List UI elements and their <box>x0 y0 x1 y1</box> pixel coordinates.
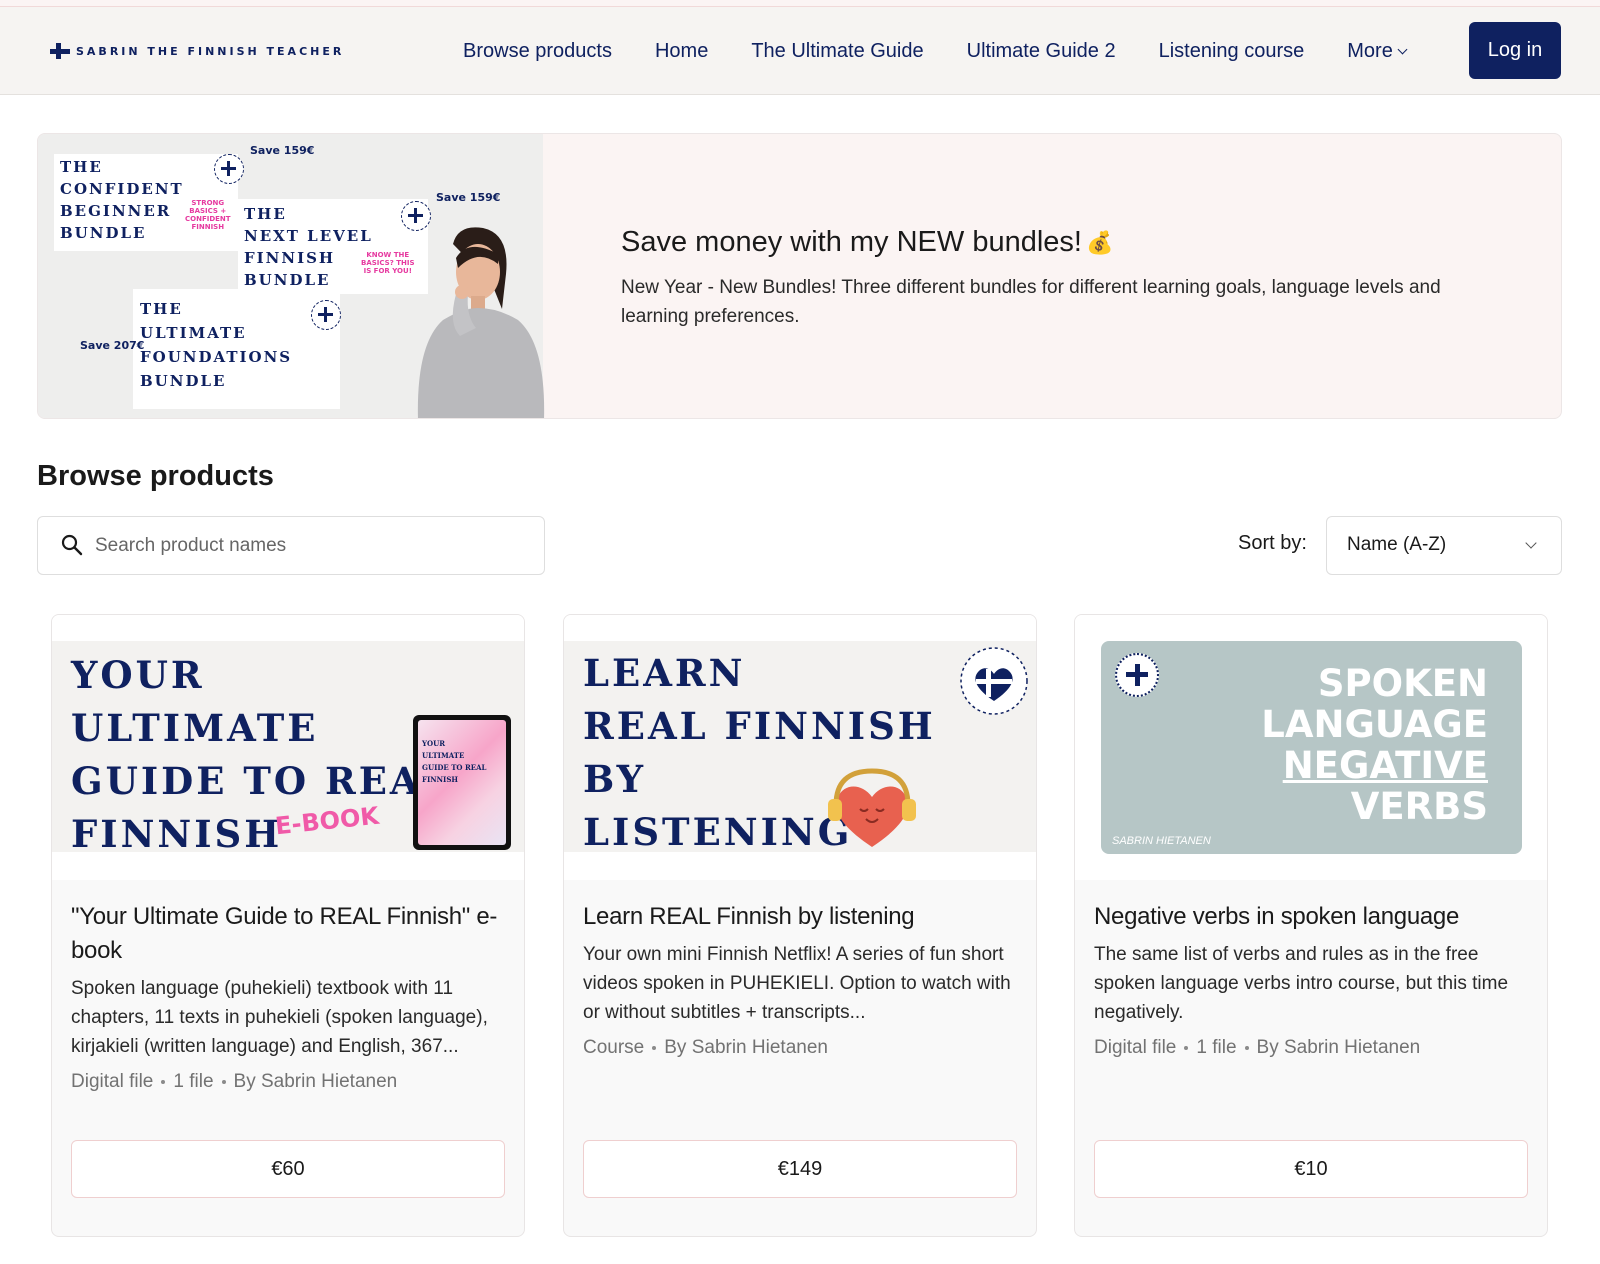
nav-more-dropdown[interactable]: More <box>1347 39 1408 63</box>
banner-text: Save money with my NEW bundles! 💰 New Ye… <box>621 226 1501 331</box>
nav-ultimate-guide-2[interactable]: Ultimate Guide 2 <box>967 40 1116 63</box>
main-nav: Browse products Home The Ultimate Guide … <box>463 7 1408 95</box>
nav-listening-course[interactable]: Listening course <box>1159 40 1305 63</box>
chevron-down-icon <box>1525 537 1537 549</box>
bundle-title: THE CONFIDENT BEGINNER BUNDLE <box>60 158 184 242</box>
search-icon <box>61 534 83 556</box>
product-info: "Your Ultimate Guide to REAL Finnish" e-… <box>71 900 507 1093</box>
thumbnail-line: VERBS <box>1350 785 1488 828</box>
finnish-teacher-seal-icon <box>1115 653 1159 697</box>
login-button[interactable]: Log in <box>1469 22 1561 79</box>
search-input[interactable] <box>95 517 525 574</box>
thumbnail-author: SABRIN HIETANEN <box>1112 835 1211 847</box>
top-accent-line <box>0 0 1600 7</box>
bundle-card-ultimate-foundations: THE ULTIMATE FOUNDATIONS BUNDLE <box>133 289 340 409</box>
product-info: Learn REAL Finnish by listening Your own… <box>583 900 1019 1059</box>
separator-dot <box>161 1080 166 1084</box>
bundle-title: THE ULTIMATE FOUNDATIONS BUNDLE <box>140 300 293 390</box>
product-meta: Course By Sabrin Hietanen <box>583 1037 1019 1059</box>
product-author: By Sabrin Hietanen <box>1256 1037 1421 1058</box>
thumbnail-negative-verbs: SPOKEN LANGUAGE NEGATIVE VERBS SABRIN HI… <box>1101 641 1522 854</box>
money-bag-icon: 💰 <box>1085 229 1114 255</box>
price-button[interactable]: €10 <box>1094 1140 1528 1198</box>
bundle-save-label: Save 207€ <box>80 339 145 352</box>
thumbnail-line: SPOKEN <box>1317 662 1488 705</box>
banner-heading: Save money with my NEW bundles! 💰 <box>621 226 1501 259</box>
site-header: SABRIN THE FINNISH TEACHER Browse produc… <box>0 7 1600 95</box>
product-file-count: 1 file <box>1196 1037 1237 1058</box>
separator-dot <box>1184 1046 1189 1050</box>
chevron-down-icon <box>1397 44 1408 55</box>
thumbnail-title-text: SPOKEN LANGUAGE NEGATIVE VERBS <box>1261 663 1488 827</box>
thumbnail-title-text: YOUR ULTIMATE GUIDE TO REAL FINNISH <box>71 653 451 856</box>
bundle-save-label: Save 159€ <box>250 144 315 157</box>
logo-text: SABRIN THE FINNISH TEACHER <box>76 44 345 58</box>
nav-more-label: More <box>1347 39 1393 62</box>
tablet-mockup: YOUR ULTIMATE GUIDE TO REAL FINNISH <box>413 715 511 850</box>
product-thumbnail[interactable]: YOUR ULTIMATE GUIDE TO REAL FINNISH E-BO… <box>52 615 524 880</box>
separator-dot <box>221 1080 226 1084</box>
price-button[interactable]: €60 <box>71 1140 505 1198</box>
nav-the-ultimate-guide[interactable]: The Ultimate Guide <box>751 40 923 63</box>
bundle-card-confident-beginner: THE CONFIDENT BEGINNER BUNDLE STRONG BAS… <box>54 154 238 251</box>
product-card[interactable]: YOUR ULTIMATE GUIDE TO REAL FINNISH E-BO… <box>51 614 525 1237</box>
site-logo[interactable]: SABRIN THE FINNISH TEACHER <box>50 43 344 59</box>
teacher-photo <box>417 227 545 418</box>
product-file-count: 1 file <box>173 1071 214 1092</box>
product-author: By Sabrin Hietanen <box>664 1037 828 1058</box>
thumbnail-line: LANGUAGE <box>1261 703 1488 746</box>
sort-label: Sort by: <box>1238 532 1307 554</box>
product-type: Digital file <box>71 1071 154 1092</box>
product-thumbnail[interactable]: LEARN REAL FINNISH BY LISTENING <box>564 615 1036 880</box>
banner-heading-text: Save money with my NEW bundles! <box>621 226 1082 258</box>
product-thumbnail[interactable]: SPOKEN LANGUAGE NEGATIVE VERBS SABRIN HI… <box>1075 615 1547 880</box>
finnish-teacher-seal-icon <box>311 300 341 330</box>
product-title[interactable]: Learn REAL Finnish by listening <box>583 900 1019 934</box>
bundle-tag: STRONG BASICS + CONFIDENT FINNISH <box>185 199 231 231</box>
product-description: Spoken language (puhekieli) textbook wit… <box>71 978 488 1057</box>
product-meta: Digital file 1 file By Sabrin Hietanen <box>1094 1037 1530 1059</box>
product-card[interactable]: SPOKEN LANGUAGE NEGATIVE VERBS SABRIN HI… <box>1074 614 1548 1237</box>
thumbnail-line: NEGATIVE <box>1282 744 1488 787</box>
promo-banner[interactable]: THE CONFIDENT BEGINNER BUNDLE STRONG BAS… <box>37 133 1562 419</box>
sort-select[interactable]: Name (A-Z) <box>1326 516 1562 575</box>
separator-dot <box>1244 1046 1249 1050</box>
bundle-save-label: Save 159€ <box>436 191 501 204</box>
nav-home[interactable]: Home <box>655 40 708 63</box>
price-button[interactable]: €149 <box>583 1140 1017 1198</box>
product-title[interactable]: "Your Ultimate Guide to REAL Finnish" e-… <box>71 900 507 968</box>
finnish-teacher-seal-icon <box>214 154 244 184</box>
search-box[interactable] <box>37 516 545 575</box>
product-description: Your own mini Finnish Netflix! A series … <box>583 944 1011 1023</box>
sort-selected-value: Name (A-Z) <box>1347 534 1447 555</box>
product-meta: Digital file 1 file By Sabrin Hietanen <box>71 1071 507 1093</box>
separator-dot <box>652 1046 657 1050</box>
banner-description: New Year - New Bundles! Three different … <box>621 277 1441 327</box>
product-author: By Sabrin Hietanen <box>233 1071 398 1092</box>
product-card[interactable]: LEARN REAL FINNISH BY LISTENING Learn RE… <box>563 614 1037 1237</box>
bundle-title: THE NEXT LEVEL FINNISH BUNDLE <box>244 205 373 289</box>
product-description: The same list of verbs and rules as in t… <box>1094 944 1509 1023</box>
product-type: Course <box>583 1037 645 1058</box>
bundles-banner-image: THE CONFIDENT BEGINNER BUNDLE STRONG BAS… <box>38 134 545 418</box>
tablet-cover-text: YOUR ULTIMATE GUIDE TO REAL FINNISH <box>422 739 487 784</box>
product-title[interactable]: Negative verbs in spoken language <box>1094 900 1530 934</box>
product-info: Negative verbs in spoken language The sa… <box>1094 900 1530 1059</box>
finnish-flag-icon <box>50 43 70 59</box>
product-type: Digital file <box>1094 1037 1177 1058</box>
heart-headphones-icon <box>828 768 916 847</box>
section-title-browse-products: Browse products <box>37 460 274 492</box>
finnish-teacher-seal-icon <box>960 647 1028 715</box>
nav-browse-products[interactable]: Browse products <box>463 40 612 63</box>
